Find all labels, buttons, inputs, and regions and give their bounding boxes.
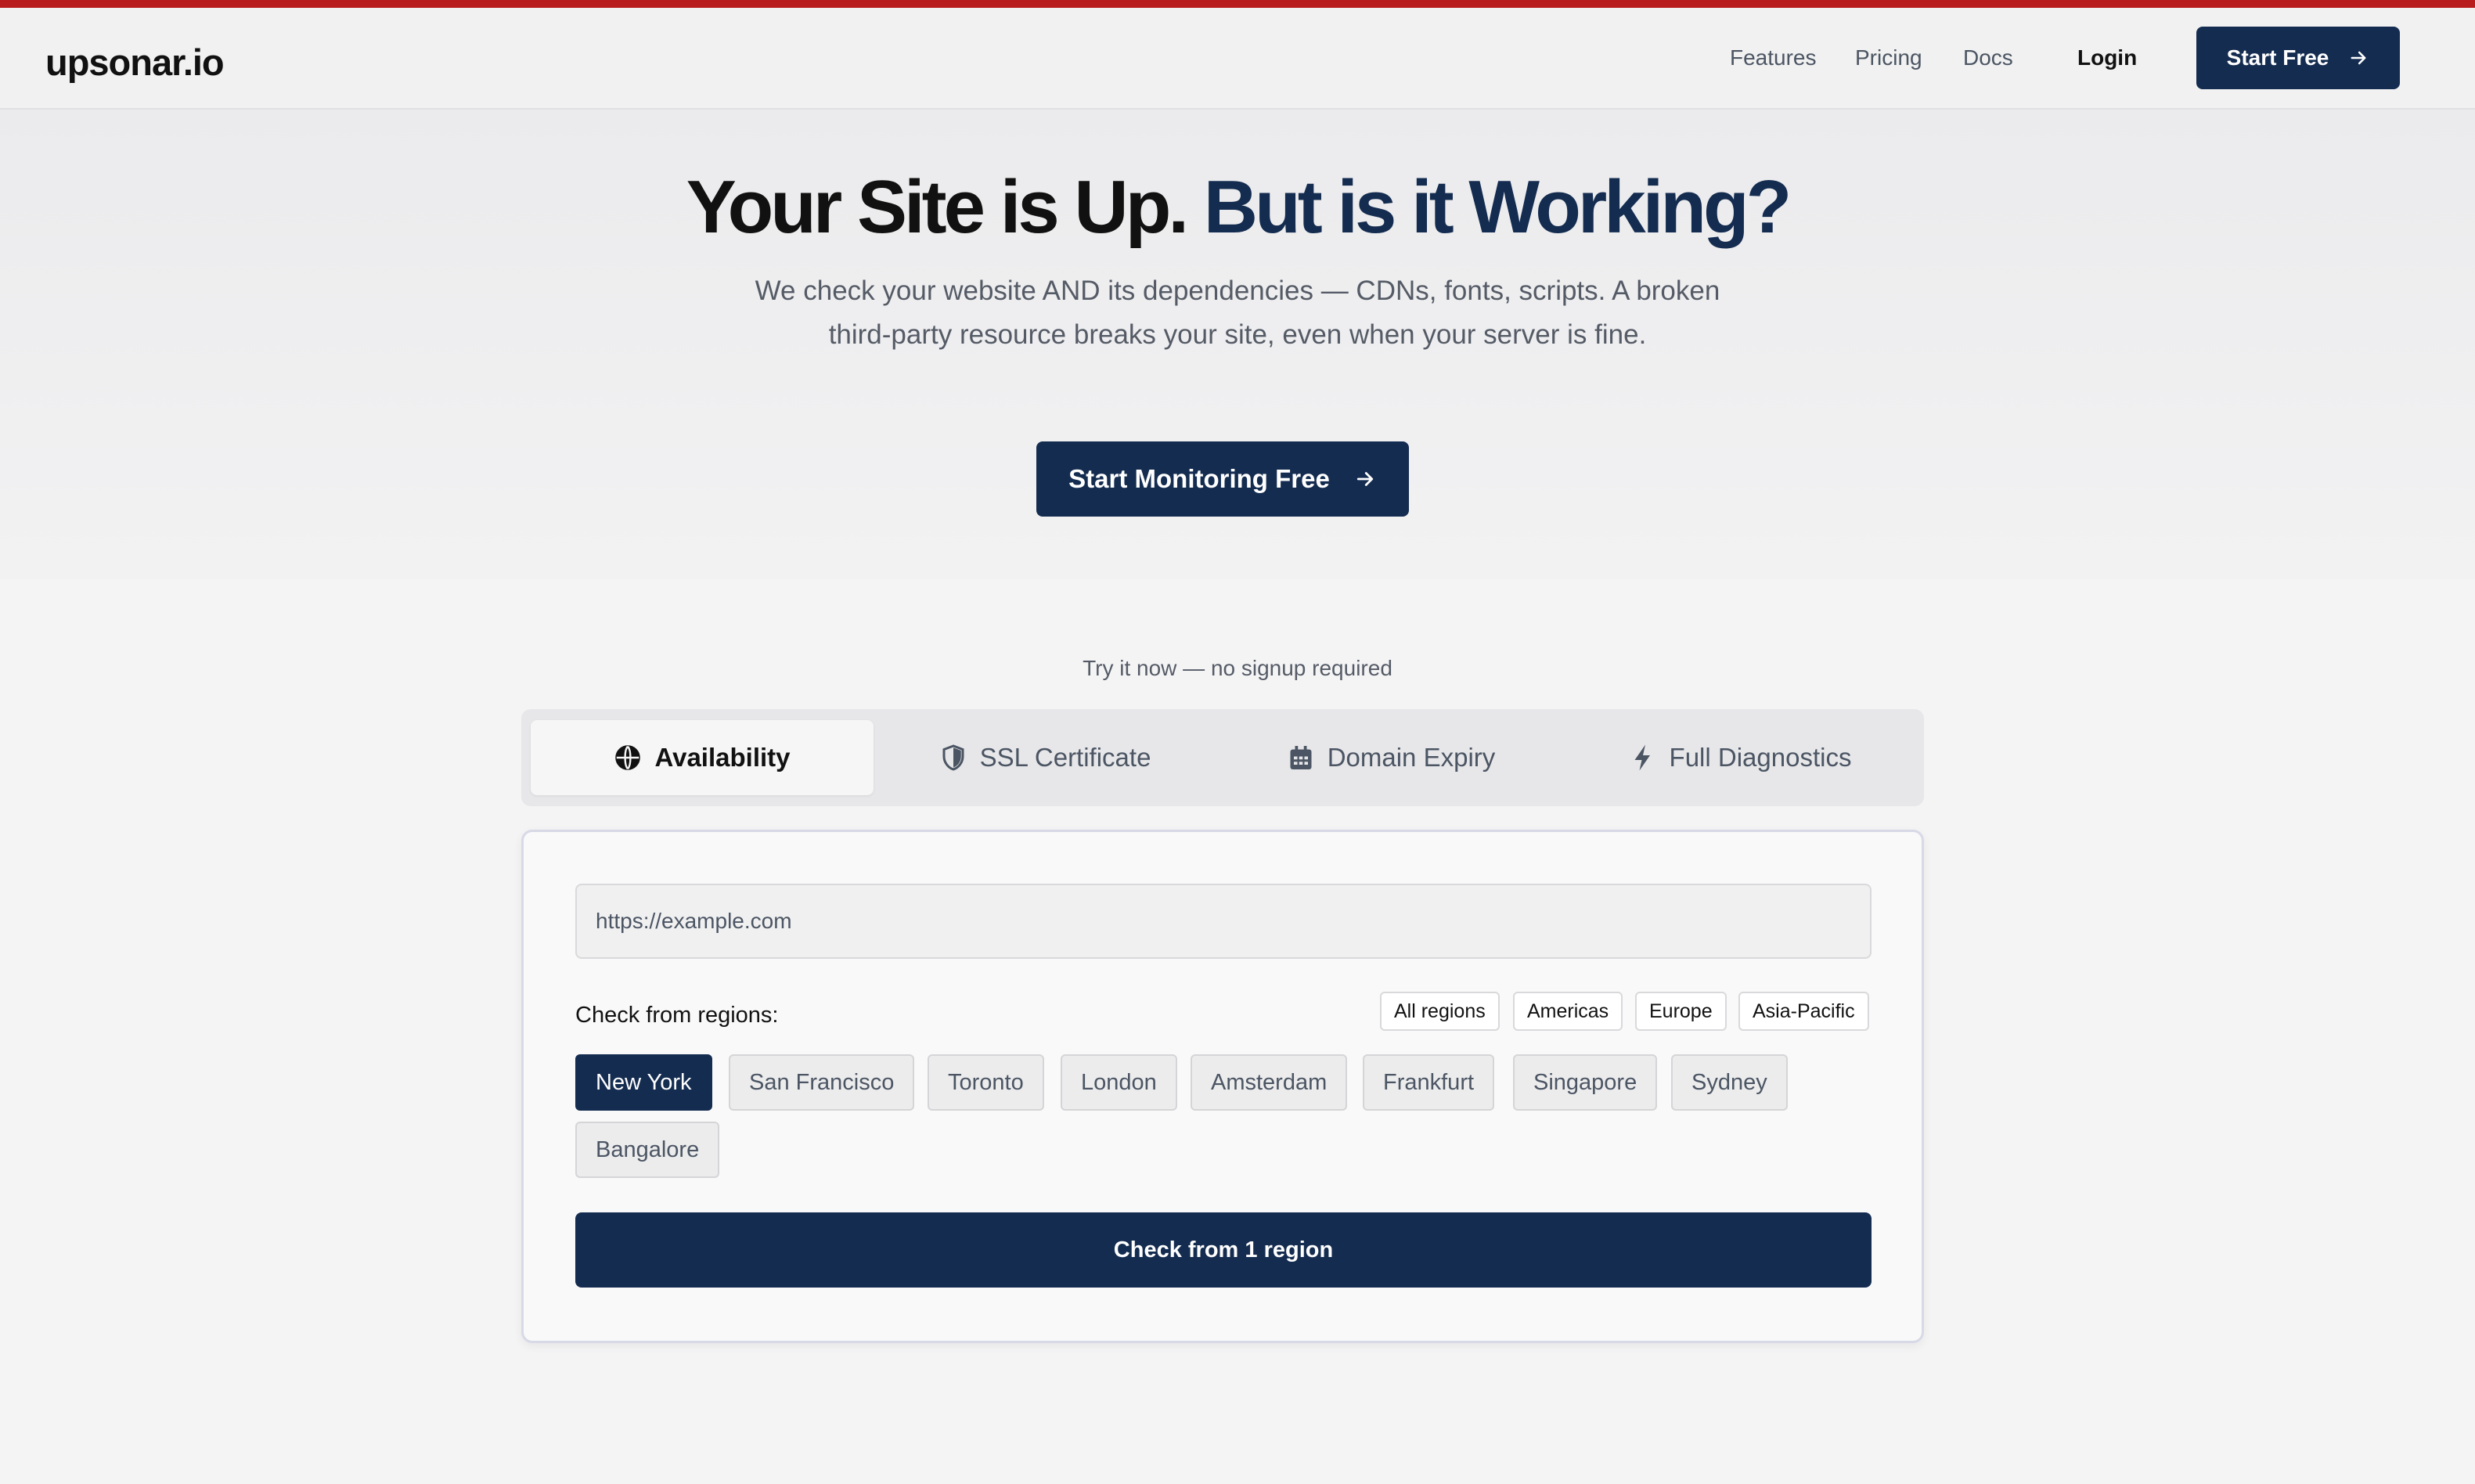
region-amsterdam[interactable]: Amsterdam <box>1191 1054 1348 1111</box>
region-san-francisco[interactable]: San Francisco <box>729 1054 915 1111</box>
calendar-icon <box>1290 746 1312 769</box>
tab-domain-expiry-label: Domain Expiry <box>1327 743 1496 772</box>
start-free-label: Start Free <box>2226 45 2329 70</box>
arrow-right-icon <box>2351 51 2366 65</box>
region-singapore[interactable]: Singapore <box>1513 1054 1658 1111</box>
hero-section: Your Site is Up. But is it Working? We c… <box>0 110 2475 579</box>
nav-login[interactable]: Login <box>2077 45 2137 70</box>
top-accent-bar <box>0 0 2475 8</box>
tab-ssl-certificate[interactable]: SSL Certificate <box>874 720 1216 795</box>
check-submit-button[interactable]: Check from 1 region <box>575 1212 1872 1288</box>
regions-label: Check from regions: <box>575 1003 779 1028</box>
start-monitoring-button[interactable]: Start Monitoring Free <box>1036 441 1409 517</box>
lightning-icon <box>1634 744 1650 771</box>
nav-pricing[interactable]: Pricing <box>1855 45 1922 70</box>
hero-title-part1: Your Site is Up. <box>686 165 1189 249</box>
region-sydney[interactable]: Sydney <box>1671 1054 1788 1111</box>
region-london[interactable]: London <box>1061 1054 1177 1111</box>
region-toronto[interactable]: Toronto <box>928 1054 1044 1111</box>
check-type-tabs: Availability SSL Certificate Domain Expi… <box>521 709 1924 806</box>
tab-availability-label: Availability <box>654 743 791 772</box>
nav-docs[interactable]: Docs <box>1963 45 2013 70</box>
tab-full-diagnostics[interactable]: Full Diagnostics <box>1565 720 1915 795</box>
start-monitoring-label: Start Monitoring Free <box>1068 464 1330 493</box>
tab-domain-expiry[interactable]: Domain Expiry <box>1216 720 1565 795</box>
hero-title-part2: But is it Working? <box>1203 165 1792 249</box>
tab-full-diagnostics-label: Full Diagnostics <box>1669 743 1852 772</box>
region-new-york[interactable]: New York <box>575 1054 712 1111</box>
tab-availability[interactable]: Availability <box>531 720 874 795</box>
region-bangalore[interactable]: Bangalore <box>575 1122 720 1178</box>
tab-ssl-label: SSL Certificate <box>979 743 1151 772</box>
globe-icon <box>615 745 641 770</box>
quick-americas[interactable]: Americas <box>1513 992 1623 1031</box>
hero-title: Your Site is Up. But is it Working? <box>0 164 2475 250</box>
logo[interactable]: upsonar.io <box>45 41 225 84</box>
hero-subtitle: We check your website AND its dependenci… <box>755 276 1720 350</box>
nav-features[interactable]: Features <box>1730 45 1817 70</box>
quick-asia-pacific[interactable]: Asia-Pacific <box>1738 992 1869 1031</box>
try-it-label: Try it now — no signup required <box>1083 656 1392 680</box>
region-frankfurt[interactable]: Frankfurt <box>1363 1054 1495 1111</box>
start-free-button[interactable]: Start Free <box>2196 27 2400 89</box>
url-input[interactable] <box>575 884 1872 959</box>
quick-europe[interactable]: Europe <box>1635 992 1727 1031</box>
site-header: upsonar.io Features Pricing Docs Login S… <box>0 8 2475 110</box>
arrow-right-icon <box>1356 472 1373 486</box>
quick-all-regions[interactable]: All regions <box>1380 992 1500 1031</box>
check-form-card: Check from regions: All regions Americas… <box>521 830 1924 1343</box>
shield-icon <box>942 744 964 771</box>
